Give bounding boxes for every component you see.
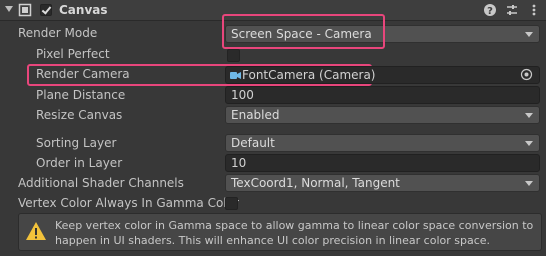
shader-channels-dropdown[interactable]: TexCoord1, Normal, Tangent	[225, 174, 540, 192]
pixel-perfect-checkbox[interactable]	[227, 49, 240, 62]
shader-channels-label: Additional Shader Channels	[18, 176, 184, 190]
render-mode-highlight	[222, 14, 385, 49]
vertex-color-gamma-label: Vertex Color Always In Gamma Color	[18, 196, 239, 210]
sorting-layer-dropdown[interactable]: Default	[225, 134, 540, 152]
render-camera-label: Render Camera	[36, 67, 130, 81]
render-camera-field[interactable]: FontCamera (Camera)	[225, 66, 540, 84]
order-in-layer-label: Order in Layer	[36, 156, 123, 170]
help-icon[interactable]: ?	[483, 3, 497, 17]
chevron-down-icon	[525, 181, 533, 186]
canvas-component-icon	[18, 3, 32, 17]
info-help-box: Keep vertex color in Gamma space to allo…	[18, 213, 542, 251]
info-text: Keep vertex color in Gamma space to allo…	[55, 219, 534, 247]
chevron-down-icon	[525, 113, 533, 118]
svg-text:?: ?	[487, 6, 493, 17]
order-in-layer-field[interactable]: 10	[225, 154, 540, 172]
render-camera-value: FontCamera (Camera)	[242, 68, 376, 82]
component-enabled-checkbox[interactable]	[40, 4, 52, 16]
camera-icon	[230, 72, 241, 79]
sorting-layer-label: Sorting Layer	[36, 136, 117, 150]
chevron-down-icon	[525, 141, 533, 146]
foldout-arrow-icon[interactable]	[5, 6, 13, 12]
vertex-color-gamma-checkbox[interactable]	[225, 197, 238, 210]
component-title: Canvas	[59, 3, 108, 17]
render-mode-label: Render Mode	[18, 26, 98, 40]
plane-distance-field[interactable]: 100	[225, 86, 540, 104]
object-picker-icon[interactable]	[520, 68, 533, 81]
warning-icon	[26, 222, 46, 240]
more-icon[interactable]	[527, 3, 541, 17]
order-in-layer-value: 10	[231, 156, 247, 170]
resize-canvas-label: Resize Canvas	[36, 108, 123, 122]
plane-distance-label: Plane Distance	[36, 88, 126, 102]
plane-distance-value: 100	[231, 88, 254, 102]
pixel-perfect-label: Pixel Perfect	[36, 47, 110, 61]
resize-canvas-dropdown[interactable]: Enabled	[225, 106, 540, 124]
sorting-layer-value: Default	[231, 136, 275, 150]
shader-channels-value: TexCoord1, Normal, Tangent	[231, 176, 400, 190]
preset-icon[interactable]	[505, 3, 519, 17]
resize-canvas-value: Enabled	[231, 108, 280, 122]
chevron-down-icon	[525, 32, 533, 37]
